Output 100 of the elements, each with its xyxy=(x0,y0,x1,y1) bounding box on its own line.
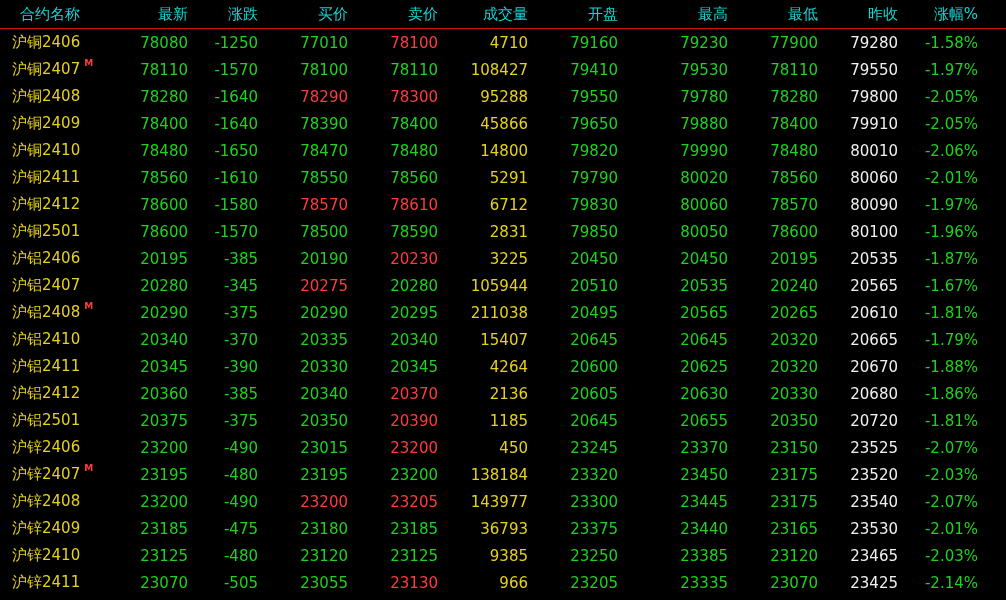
table-cell-text: -2.03% xyxy=(923,465,978,484)
table-cell-text: 78400 xyxy=(769,114,818,133)
column-header[interactable]: 最低 xyxy=(728,4,818,24)
table-cell-text: -2.07% xyxy=(923,492,978,511)
column-header[interactable]: 最高 xyxy=(618,4,728,24)
contract-name: 沪铝2410 xyxy=(12,330,81,349)
table-cell-text: 78600 xyxy=(769,222,818,241)
table-cell-text: -2.03% xyxy=(923,546,978,565)
table-cell-text: 20510 xyxy=(569,276,618,295)
column-header[interactable]: 开盘 xyxy=(528,4,618,24)
table-cell-text: 20565 xyxy=(679,303,728,322)
contract-name: 沪铝2501 xyxy=(12,411,81,430)
table-cell-text: 20535 xyxy=(679,276,728,295)
table-cell-text: 20350 xyxy=(769,411,818,430)
table-cell-text: 23125 xyxy=(389,546,438,565)
column-header[interactable]: 最新 xyxy=(120,4,188,24)
contract-name: 沪铜2412 xyxy=(12,195,81,214)
column-header[interactable]: 买价 xyxy=(258,4,348,24)
table-cell-text: 23175 xyxy=(769,492,818,511)
table-cell-text: 78560 xyxy=(769,168,818,187)
table-cell-text: 79830 xyxy=(569,195,618,214)
table-cell-text: 20320 xyxy=(769,330,818,349)
table-cell-text: 20670 xyxy=(849,357,898,376)
table-cell-text: 23335 xyxy=(679,573,728,592)
table-cell-text: 20390 xyxy=(389,411,438,430)
contract-name: 沪铝2406 xyxy=(12,249,81,268)
table-cell-text: -475 xyxy=(222,519,258,538)
table-cell-text: 20340 xyxy=(139,330,188,349)
table-cell-text: 20535 xyxy=(849,249,898,268)
table-cell-text: 23385 xyxy=(679,546,728,565)
table-cell-text: -1.87% xyxy=(923,249,978,268)
table-cell-text: -480 xyxy=(222,546,258,565)
table-cell-text: 20195 xyxy=(139,249,188,268)
table-cell-text: 79780 xyxy=(679,87,728,106)
contract-name: 沪锌2409 xyxy=(12,519,81,538)
table-cell-text: 78400 xyxy=(139,114,188,133)
table-cell-text: -1.58% xyxy=(923,33,978,52)
contract-name: 沪铜2501 xyxy=(12,222,81,241)
column-header[interactable]: 卖价 xyxy=(348,4,438,24)
table-cell-text: -2.14% xyxy=(923,573,978,592)
table-cell-text: 20625 xyxy=(679,357,728,376)
table-cell-text: 20345 xyxy=(139,357,188,376)
table-cell-text: 9385 xyxy=(488,546,528,565)
table-cell-text: 20330 xyxy=(769,384,818,403)
table-cell-text: 79530 xyxy=(679,60,728,79)
table-cell-text: -1610 xyxy=(213,168,258,187)
table-cell-text: 80100 xyxy=(849,222,898,241)
contract-name: 沪铜2410 xyxy=(12,141,81,160)
table-cell-text: 3225 xyxy=(488,249,528,268)
table-cell-text: 20290 xyxy=(139,303,188,322)
table-cell-text: 79850 xyxy=(569,222,618,241)
column-header[interactable]: 成交量 xyxy=(438,4,528,24)
table-cell-text: -1.81% xyxy=(923,411,978,430)
table-cell-text: 79550 xyxy=(569,87,618,106)
table-cell-text: 2831 xyxy=(488,222,528,241)
table-cell-text: 105944 xyxy=(469,276,528,295)
table-cell-text: 79820 xyxy=(569,141,618,160)
table-cell-text: 79650 xyxy=(569,114,618,133)
table-cell-text: 20370 xyxy=(389,384,438,403)
main-contract-marker: M xyxy=(84,463,94,473)
table-cell-text: 80050 xyxy=(679,222,728,241)
table-cell-text: -505 xyxy=(222,573,258,592)
table-cell-text: 20295 xyxy=(389,303,438,322)
main-contract-marker: M xyxy=(84,58,94,68)
table-cell-text: 20565 xyxy=(849,276,898,295)
table-cell-text: 20655 xyxy=(679,411,728,430)
table-cell-text: 78550 xyxy=(299,168,348,187)
table-cell-text: 20450 xyxy=(569,249,618,268)
table-cell-text: 20345 xyxy=(389,357,438,376)
column-header[interactable]: 涨跌 xyxy=(188,4,258,24)
table-cell-text: 4264 xyxy=(488,357,528,376)
table-cell-text: 78110 xyxy=(769,60,818,79)
table-cell-text: -385 xyxy=(222,249,258,268)
table-cell-text: 78610 xyxy=(389,195,438,214)
contract-name: 沪铝2412 xyxy=(12,384,81,403)
table-cell-text: 6712 xyxy=(488,195,528,214)
table-cell-text: -1.79% xyxy=(923,330,978,349)
table-cell-text: 20340 xyxy=(389,330,438,349)
table-cell-text: 20240 xyxy=(769,276,818,295)
table-cell-text: 23205 xyxy=(569,573,618,592)
table-cell-text: 20645 xyxy=(679,330,728,349)
column-header[interactable]: 合约名称 xyxy=(0,4,120,24)
table-cell-text: 23200 xyxy=(389,438,438,457)
table-cell-text: 23125 xyxy=(139,546,188,565)
table-cell-text: 78110 xyxy=(389,60,438,79)
table-cell-text: 77900 xyxy=(769,33,818,52)
table-cell-text: -2.05% xyxy=(923,87,978,106)
table-cell-text: 20720 xyxy=(849,411,898,430)
table-cell-text: -1250 xyxy=(213,33,258,52)
column-header[interactable]: 涨幅% xyxy=(898,4,978,24)
table-cell-text: -2.01% xyxy=(923,168,978,187)
table-cell-text: 20495 xyxy=(569,303,618,322)
table-cell-text: -1640 xyxy=(213,114,258,133)
table-cell-text: 20280 xyxy=(389,276,438,295)
table-cell-text: 23130 xyxy=(389,573,438,592)
table-cell-text: -370 xyxy=(222,330,258,349)
table-cell-text: -1.97% xyxy=(923,60,978,79)
table-cell-text: 23070 xyxy=(769,573,818,592)
table-cell-text: 79880 xyxy=(679,114,728,133)
column-header[interactable]: 昨收 xyxy=(818,4,898,24)
